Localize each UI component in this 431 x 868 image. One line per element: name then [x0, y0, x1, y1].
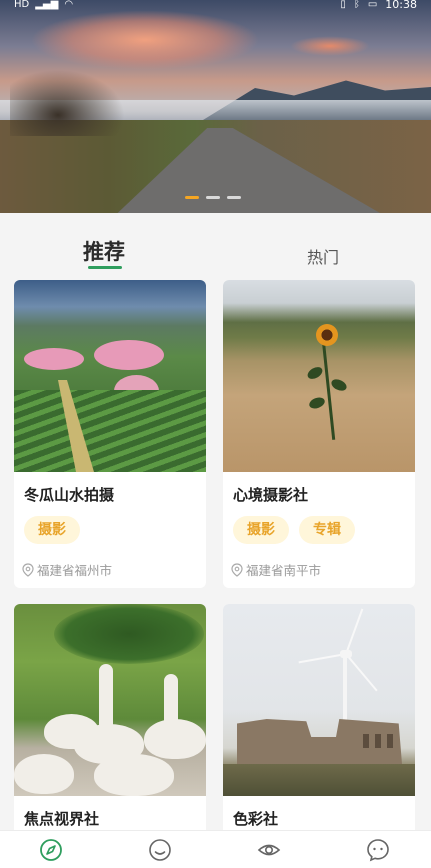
- nav-mood[interactable]: [147, 837, 173, 863]
- tab-hot[interactable]: 热门: [307, 244, 339, 268]
- nav-discover[interactable]: [38, 837, 64, 863]
- banner-carousel[interactable]: HD ▂▄▆ ◠ ▯ ᛒ ▭ 10:38: [0, 0, 431, 213]
- card-title: 色彩社: [233, 810, 279, 828]
- tag-chip[interactable]: 摄影: [24, 516, 80, 544]
- category-tabs: 推荐 热门: [0, 214, 431, 276]
- status-time: 10:38: [385, 0, 417, 11]
- club-card[interactable]: 焦点视界社: [14, 604, 206, 844]
- nav-profile[interactable]: [365, 837, 391, 863]
- card-title: 心境摄影社: [233, 486, 309, 504]
- banner-cloud: [290, 36, 370, 56]
- card-photo: [223, 604, 415, 796]
- location-text: 福建省福州市: [37, 563, 113, 578]
- card-title: 焦点视界社: [24, 810, 100, 828]
- card-title: 冬瓜山水拍摄: [24, 486, 115, 504]
- tag-chip[interactable]: 专辑: [299, 516, 355, 544]
- banner-trees: [10, 66, 130, 136]
- location-pin-icon: [22, 562, 34, 577]
- card-photo: [223, 280, 415, 472]
- carousel-indicator: [185, 196, 241, 199]
- chat-face-icon: [367, 839, 389, 862]
- eye-icon: [257, 844, 281, 856]
- status-bar: HD ▂▄▆ ◠ ▯ ᛒ ▭ 10:38: [0, 0, 431, 14]
- tab-recommend[interactable]: 推荐: [83, 236, 125, 266]
- card-location: 福建省福州市: [22, 560, 112, 579]
- club-card[interactable]: 色彩社: [223, 604, 415, 844]
- card-photo: [14, 604, 206, 796]
- carousel-dot-1[interactable]: [185, 196, 199, 199]
- club-card[interactable]: 心境摄影社 摄影 专辑 福建省南平市: [223, 280, 415, 588]
- nav-watch[interactable]: [256, 837, 282, 863]
- active-tab-indicator: [88, 266, 122, 269]
- bottom-navigation: [0, 830, 431, 868]
- banner-cloud: [30, 10, 260, 70]
- carousel-dot-3[interactable]: [227, 196, 241, 199]
- location-text: 福建省南平市: [246, 563, 322, 578]
- card-tags: 摄影: [24, 516, 80, 544]
- location-pin-icon: [231, 562, 243, 577]
- hd-icon: HD: [14, 0, 30, 10]
- club-card[interactable]: 冬瓜山水拍摄 摄影 福建省福州市: [14, 280, 206, 588]
- card-photo: [14, 280, 206, 472]
- tag-chip[interactable]: 摄影: [233, 516, 289, 544]
- carousel-dot-2[interactable]: [206, 196, 220, 199]
- battery-icon: ▭: [367, 0, 378, 10]
- smiley-icon: [149, 839, 171, 861]
- compass-icon: [40, 839, 62, 861]
- card-tags: 摄影 专辑: [233, 516, 355, 544]
- wifi-icon: ◠: [64, 0, 74, 10]
- vibrate-icon: ▯: [340, 0, 346, 10]
- card-location: 福建省南平市: [231, 560, 321, 579]
- signal-icon: ▂▄▆: [35, 0, 59, 10]
- bluetooth-icon: ᛒ: [353, 0, 360, 10]
